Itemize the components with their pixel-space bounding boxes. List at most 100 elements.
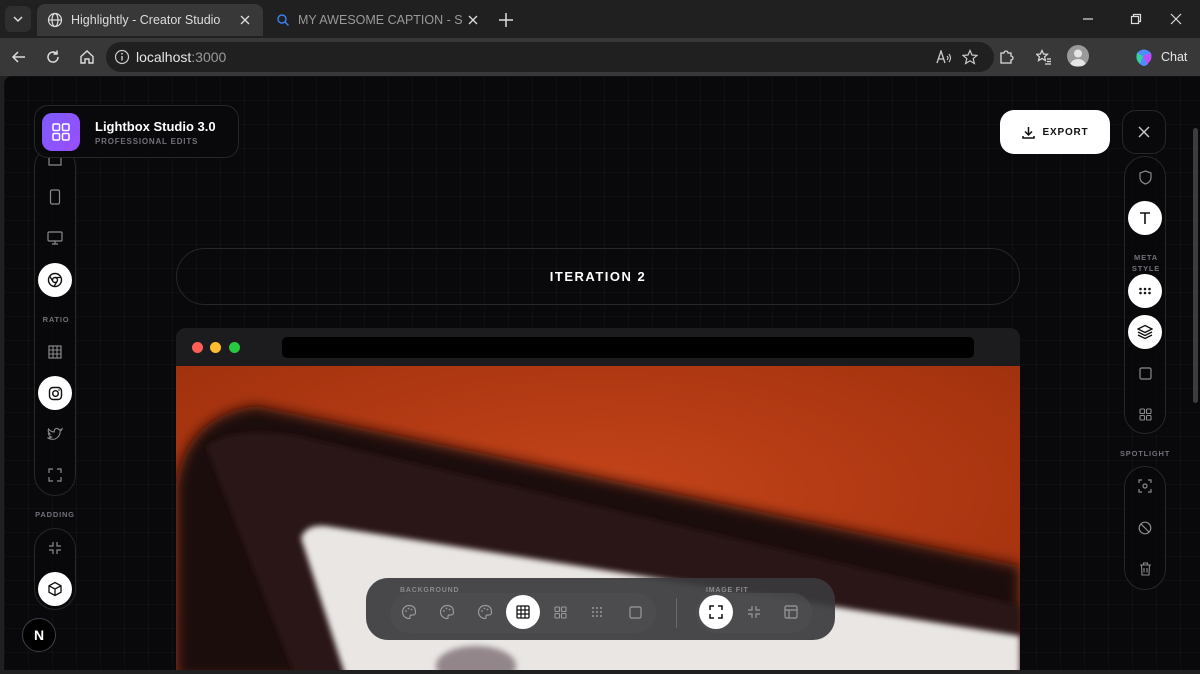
refresh-icon: [47, 50, 59, 63]
chrome-icon[interactable]: [38, 263, 72, 297]
tab-close-button[interactable]: [235, 10, 255, 30]
box-icon[interactable]: [38, 572, 72, 606]
tab-search[interactable]: MY AWESOME CAPTION - Search: [266, 4, 491, 36]
right-rail-style: META STYLE: [1124, 156, 1166, 434]
read-aloud-icon[interactable]: [936, 50, 952, 64]
home-icon: [80, 50, 94, 64]
chat-label: Chat: [1161, 50, 1188, 64]
canvas-title-pill: ITERATION 2: [176, 248, 1020, 305]
close-editor-button[interactable]: [1122, 110, 1166, 154]
app-viewport: RATIO PADDING N Lightbox Studio 3.0 PROF…: [4, 76, 1200, 670]
browser-tab-bar: Highlightly - Creator Studio MY AWESOME …: [0, 0, 1200, 38]
new-tab-button[interactable]: [494, 8, 518, 32]
grid-background-icon[interactable]: [506, 595, 540, 629]
export-button[interactable]: EXPORT: [1000, 110, 1110, 154]
browser-toolbar: localhost:3000 Chat: [0, 38, 1200, 76]
brand-title: Lightbox Studio 3.0: [95, 119, 216, 134]
traffic-light-maximize: [229, 342, 240, 353]
dots-grid-icon[interactable]: [580, 595, 614, 629]
shield-icon[interactable]: [1128, 160, 1162, 194]
tab-close-button[interactable]: [463, 10, 483, 30]
minimize-icon: [1083, 18, 1093, 20]
trash-icon[interactable]: [1128, 552, 1162, 586]
grid-logo-icon: [52, 123, 70, 141]
desktop-icon[interactable]: [38, 221, 72, 255]
url-port: :3000: [191, 49, 227, 65]
arrow-left-icon: [11, 51, 25, 63]
back-button[interactable]: [6, 44, 32, 70]
instagram-icon[interactable]: [38, 376, 72, 410]
close-icon: [1138, 126, 1150, 138]
palette-icon[interactable]: [468, 595, 502, 629]
page-scrollbar[interactable]: [1193, 128, 1198, 403]
style-label: STYLE: [1131, 264, 1161, 273]
traffic-light-minimize: [210, 342, 221, 353]
shrink-icon[interactable]: [737, 595, 771, 629]
copilot-icon: [1136, 49, 1152, 66]
grid-layout-icon[interactable]: [543, 595, 577, 629]
grid-layout-icon[interactable]: [1128, 397, 1162, 431]
preview-address-bar: [282, 337, 974, 358]
download-icon: [1021, 126, 1035, 139]
expand-icon[interactable]: [699, 595, 733, 629]
palette-icon[interactable]: [430, 595, 464, 629]
chevron-down-icon: [13, 16, 23, 23]
right-rail-spotlight: [1124, 466, 1166, 590]
globe-icon: [47, 12, 63, 28]
mobile-icon[interactable]: [38, 180, 72, 214]
restore-icon: [1130, 13, 1142, 25]
canvas-title: ITERATION 2: [549, 269, 647, 284]
spotlight-label: SPOTLIGHT: [1120, 449, 1171, 458]
close-icon: [1170, 13, 1182, 25]
export-label: EXPORT: [1042, 126, 1089, 138]
favorite-star-icon[interactable]: [962, 49, 978, 65]
traffic-light-close: [192, 342, 203, 353]
left-rail-ratio: RATIO: [34, 146, 76, 496]
url-host: localhost: [136, 49, 192, 65]
brand-logo: [42, 113, 80, 151]
padding-label: PADDING: [35, 510, 75, 519]
ratio-label: RATIO: [42, 315, 70, 324]
dots-icon[interactable]: [1128, 274, 1162, 308]
favorites-list-icon: [1036, 49, 1051, 65]
palette-icon[interactable]: [392, 595, 426, 629]
tab-title: Highlightly - Creator Studio: [71, 13, 221, 27]
copilot-chat-button[interactable]: Chat: [1133, 44, 1187, 70]
layout-icon[interactable]: [774, 595, 808, 629]
dock-divider: [676, 598, 677, 628]
search-icon: [277, 14, 289, 26]
square-icon[interactable]: [618, 595, 652, 629]
plus-icon: [499, 13, 513, 27]
tab-title: MY AWESOME CAPTION - Search: [298, 13, 463, 27]
preview-window-titlebar: [176, 328, 1020, 366]
left-rail-padding: [34, 528, 76, 610]
next-badge[interactable]: N: [22, 618, 56, 652]
grid-icon[interactable]: [38, 335, 72, 369]
minimize-button[interactable]: [1076, 8, 1100, 30]
meta-label: META: [1134, 253, 1158, 262]
url-text: localhost:3000: [136, 49, 226, 65]
favorites-button[interactable]: [1031, 44, 1057, 70]
tab-actions-button[interactable]: [5, 6, 31, 32]
bottom-dock: BACKGROUND IMAGE FIT: [366, 578, 835, 640]
ban-icon[interactable]: [1128, 511, 1162, 545]
text-icon[interactable]: [1128, 201, 1162, 235]
square-icon[interactable]: [1128, 356, 1162, 390]
restore-button[interactable]: [1124, 8, 1148, 30]
close-icon: [240, 15, 250, 25]
focus-icon[interactable]: [1128, 469, 1162, 503]
user-icon: [1070, 49, 1086, 66]
shrink-icon[interactable]: [38, 531, 72, 565]
tab-highlightly[interactable]: Highlightly - Creator Studio: [37, 4, 263, 36]
puzzle-icon: [1000, 50, 1014, 64]
twitter-icon[interactable]: [38, 417, 72, 451]
fullscreen-icon[interactable]: [38, 458, 72, 492]
profile-avatar[interactable]: [1067, 45, 1089, 67]
extensions-button[interactable]: [993, 44, 1019, 70]
layers-icon[interactable]: [1128, 315, 1162, 349]
address-bar[interactable]: localhost:3000: [106, 42, 994, 72]
close-window-button[interactable]: [1164, 8, 1188, 30]
refresh-button[interactable]: [40, 44, 66, 70]
brand-subtitle: PROFESSIONAL EDITS: [95, 137, 199, 146]
home-button[interactable]: [74, 44, 100, 70]
